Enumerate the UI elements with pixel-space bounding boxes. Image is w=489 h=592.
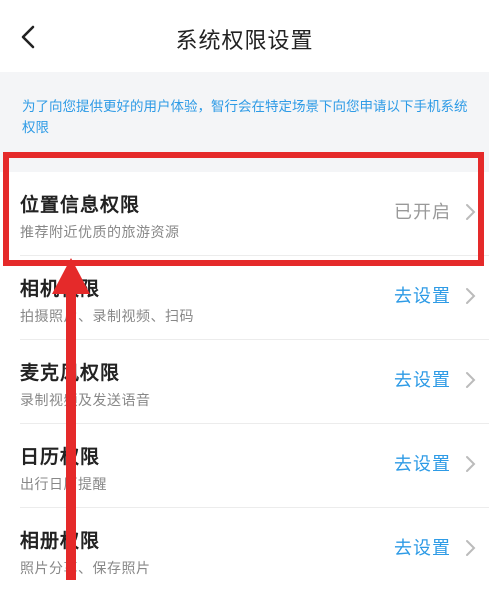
permission-row-microphone[interactable]: 麦克风权限 录制视频及发送语音 去设置 <box>0 340 489 424</box>
permission-name: 相册权限 <box>20 530 101 552</box>
chevron-right-icon <box>466 288 476 304</box>
permission-row-calendar[interactable]: 日历权限 出行日历提醒 去设置 <box>0 424 489 508</box>
chevron-right-icon <box>466 204 476 220</box>
permission-row-location[interactable]: 位置信息权限 推荐附近优质的旅游资源 已开启 <box>0 172 489 256</box>
permission-name: 相机权限 <box>20 278 101 300</box>
setup-button[interactable]: 去设置 <box>394 450 451 476</box>
setup-button[interactable]: 去设置 <box>394 282 451 308</box>
permission-status: 已开启 <box>394 202 451 223</box>
setup-button[interactable]: 去设置 <box>394 366 451 392</box>
chevron-right-icon <box>466 372 476 388</box>
permission-name: 日历权限 <box>20 446 101 468</box>
permission-row-camera[interactable]: 相机权限 拍摄照片、录制视频、扫码 去设置 <box>0 256 489 340</box>
permission-desc: 推荐附近优质的旅游资源 <box>20 225 180 241</box>
permission-name: 麦克风权限 <box>20 362 121 384</box>
permission-row-photos[interactable]: 相册权限 照片分享、保存照片 去设置 <box>0 508 489 592</box>
header-bar: 系统权限设置 <box>0 0 489 72</box>
permission-desc: 出行日历提醒 <box>20 477 107 493</box>
setup-button[interactable]: 去设置 <box>394 534 451 560</box>
permission-name: 位置信息权限 <box>20 194 141 216</box>
chevron-right-icon <box>466 456 476 472</box>
permission-desc: 录制视频及发送语音 <box>20 393 151 409</box>
permission-desc: 照片分享、保存照片 <box>20 561 151 577</box>
page-title: 系统权限设置 <box>175 29 314 54</box>
permission-desc: 拍摄照片、录制视频、扫码 <box>20 309 194 325</box>
notice-text: 为了向您提供更好的用户体验，智行会在特定场景下向您申请以下手机系统权限 <box>22 99 468 136</box>
chevron-right-icon <box>466 540 476 556</box>
